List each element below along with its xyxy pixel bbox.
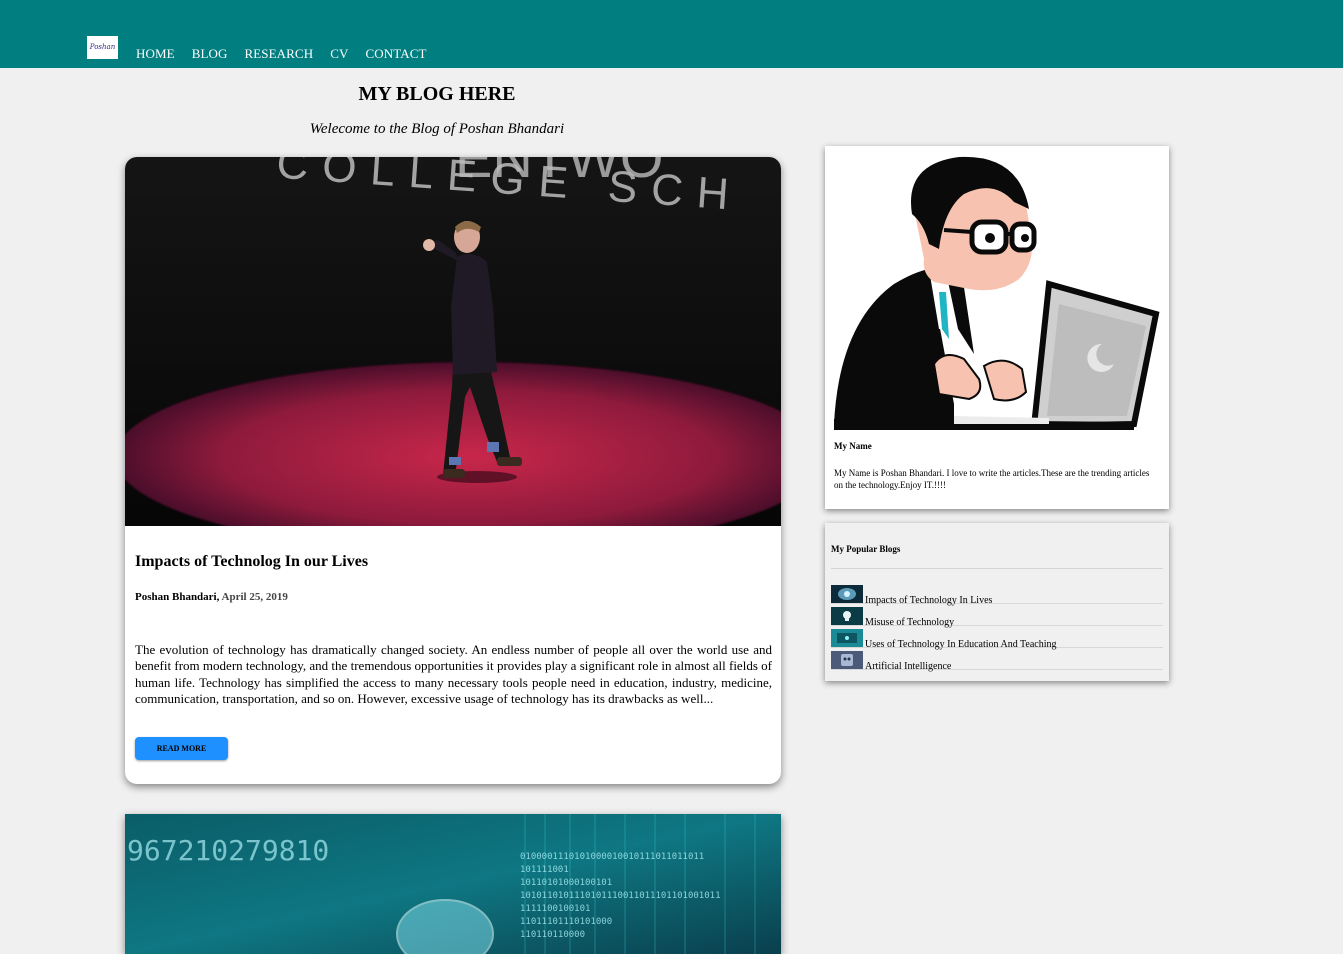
site-logo[interactable]: Poshan xyxy=(87,36,118,59)
top-navbar: Poshan HOME BLOG RESEARCH CV CONTACT xyxy=(0,0,1343,68)
binary-line: 11011101110101000 xyxy=(520,917,612,927)
popular-item[interactable]: Impacts of Technology In Lives xyxy=(831,583,1163,606)
popular-item-label[interactable]: Artificial Intelligence xyxy=(865,661,951,672)
post-2-image[interactable]: 967210279810 010000111010100001001011101… xyxy=(125,814,781,954)
brain-thumb xyxy=(831,585,863,603)
page-subtitle: Welecome to the Blog of Poshan Bhandari xyxy=(309,121,565,137)
post-card-2: 967210279810 010000111010100001001011101… xyxy=(125,814,781,954)
post-meta: Poshan Bhandari, April 25, 2019 xyxy=(135,591,288,603)
post-date: April 25, 2019 xyxy=(221,591,288,603)
binary-line: 10110101000100101 xyxy=(520,878,612,888)
robot-thumb xyxy=(831,651,863,669)
popular-item[interactable]: Uses of Technology In Education And Teac… xyxy=(831,627,1163,650)
popular-item[interactable]: Artificial Intelligence xyxy=(831,649,1163,672)
nav-cv[interactable]: CV xyxy=(330,46,348,62)
logo-text: Poshan xyxy=(89,43,116,51)
profile-widget: My Name My Name is Poshan Bhandari. I lo… xyxy=(825,146,1169,509)
post-author: Poshan Bhandari, xyxy=(135,591,220,603)
read-more-button[interactable]: READ MORE xyxy=(135,737,228,760)
binary-line: 101111001 xyxy=(520,865,569,875)
post-2-number-text: 967210279810 xyxy=(127,834,329,867)
nav-research[interactable]: RESEARCH xyxy=(244,46,313,62)
nav-blog[interactable]: BLOG xyxy=(192,46,228,62)
post-title[interactable]: Impacts of Technolog In our Lives xyxy=(135,553,368,571)
skull-thumb xyxy=(831,607,863,625)
nav-home[interactable]: HOME xyxy=(136,46,175,62)
profile-avatar-illustration xyxy=(834,154,1160,434)
post-card: ENTWO COLLEGE SCH Impacts of Technolog I… xyxy=(125,157,781,784)
post-image[interactable]: ENTWO COLLEGE SCH xyxy=(125,157,781,526)
popular-blogs-widget: My Popular Blogs Impacts of Technology I… xyxy=(825,523,1169,681)
post-excerpt: The evolution of technology has dramatic… xyxy=(135,642,772,706)
profile-bio: My Name is Poshan Bhandari. I love to wr… xyxy=(834,468,1150,490)
popular-item[interactable]: Misuse of Technology xyxy=(831,605,1163,628)
binary-line: 1111100100101 xyxy=(520,904,590,914)
binary-line: 110110110000 xyxy=(520,930,585,940)
nav-contact[interactable]: CONTACT xyxy=(365,46,426,62)
main-nav: HOME BLOG RESEARCH CV CONTACT xyxy=(136,46,444,62)
classroom-thumb xyxy=(831,629,863,647)
binary-line: 1010110101110101110011011101101001011 xyxy=(520,891,720,901)
divider xyxy=(831,568,1163,569)
popular-blogs-title: My Popular Blogs xyxy=(831,544,901,554)
profile-name-label: My Name xyxy=(834,441,872,451)
page-title: MY BLOG HERE xyxy=(358,83,516,105)
binary-line: 0100001110101000010010111011011011 xyxy=(520,852,704,862)
